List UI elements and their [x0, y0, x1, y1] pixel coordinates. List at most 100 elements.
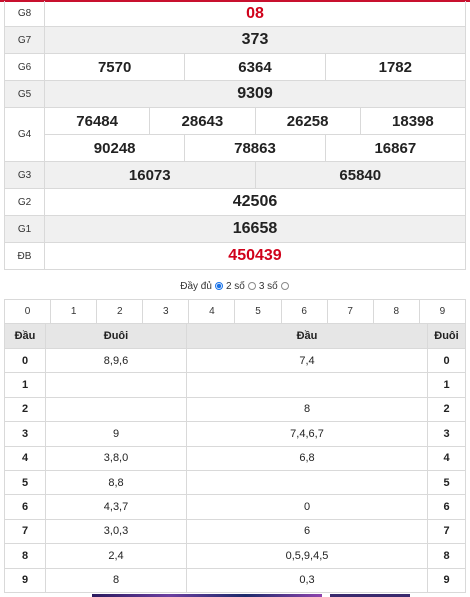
result-row-g4: G4 76484 28643 26258 18398 90248 78863 16867 — [5, 108, 465, 162]
loto-row: 6 4,3,7 0 6 — [5, 495, 465, 520]
loto-head-tail-table: Đầu Đuôi Đầu Đuôi 0 8,9,6 7,4 0 1 1 2 8 2 3 9 7,4,6… — [4, 324, 466, 593]
loto-head-digit: 2 — [21, 403, 29, 416]
result-row-g1: G1 16658 — [5, 216, 465, 243]
header-tail-2: Đuôi — [427, 324, 465, 348]
loto-tail-digit: 0 — [427, 349, 465, 373]
digit-filter-4[interactable]: 4 — [188, 300, 234, 323]
loto-head-digit: 0 — [21, 354, 29, 367]
digit-filter-strip: 0123456789 — [4, 299, 466, 324]
digit-filter-8[interactable]: 8 — [372, 300, 419, 323]
loto-tail-list: 9 — [45, 422, 186, 446]
loto-head-list: 7,4 — [186, 349, 427, 373]
radio-3-digits-label[interactable]: 3 số — [259, 281, 278, 292]
result-row-g6: G6 7570 6364 1782 — [5, 54, 465, 81]
loto-tail-list: 3,0,3 — [45, 519, 186, 544]
display-mode-selector: Đầy đủ 2 số 3 số — [0, 279, 470, 293]
loto-head-digit: 5 — [21, 476, 29, 489]
loto-tail-digit: 5 — [427, 470, 465, 495]
prize-number: 65840 — [254, 162, 466, 188]
loto-row: 3 9 7,4,6,7 3 — [5, 422, 465, 447]
prize-number: 1782 — [324, 54, 465, 80]
result-row-g7: G7 373 — [5, 27, 465, 54]
header-head: Đầu — [14, 330, 36, 342]
loto-tail-list: 8,8 — [45, 470, 186, 495]
loto-row: 8 2,4 0,5,9,4,5 8 — [5, 544, 465, 569]
prize-label: G1 — [5, 216, 45, 242]
loto-tail-list: 3,8,0 — [45, 446, 186, 470]
digit-filter-1[interactable]: 1 — [50, 300, 96, 323]
loto-head-digit: 7 — [21, 525, 29, 538]
loto-head-list: 6 — [186, 519, 427, 544]
loto-head-list: 0,3 — [186, 568, 427, 592]
header-tail: Đuôi — [45, 324, 186, 348]
digit-filter-7[interactable]: 7 — [326, 300, 373, 323]
loto-tail-list — [45, 397, 186, 422]
prize-number: 08 — [246, 4, 264, 22]
prize-number: 16658 — [232, 220, 278, 237]
prize-number: 450439 — [228, 247, 282, 264]
results-table: G8 08 G7 373 G6 7570 6364 1782 G5 9309 G4 76484 2864… — [4, 1, 466, 270]
prize-label: G8 — [5, 1, 45, 26]
prize-number: 18398 — [359, 108, 465, 134]
loto-head-list: 0 — [186, 495, 427, 519]
prize-number: 7570 — [97, 58, 132, 76]
loto-row: 0 8,9,6 7,4 0 — [5, 349, 465, 374]
digit-filter-2[interactable]: 2 — [96, 300, 142, 323]
loto-row: 4 3,8,0 6,8 4 — [5, 446, 465, 471]
loto-head-digit: 1 — [21, 379, 29, 392]
loto-row: 282 — [5, 397, 465, 423]
prize-number: 16867 — [324, 135, 465, 161]
loto-tail-digit: 9 — [427, 568, 465, 592]
mode-full-label: Đầy đủ — [180, 280, 212, 292]
prize-label: ĐB — [5, 243, 45, 269]
loto-header-row: Đầu Đuôi Đầu Đuôi — [5, 324, 465, 349]
loto-tail-digit: 1 — [427, 373, 465, 397]
result-row-g5: G5 9309 — [5, 81, 465, 108]
digit-filter-3[interactable]: 3 — [142, 300, 188, 323]
loto-head-digit: 6 — [21, 501, 29, 514]
prize-number: 78863 — [184, 135, 324, 161]
loto-head-digit: 8 — [21, 549, 29, 562]
prize-number: 90248 — [93, 139, 136, 157]
digit-filter-5[interactable]: 5 — [234, 300, 280, 323]
digit-filter-0[interactable]: 0 — [5, 300, 50, 323]
loto-tail-digit: 4 — [427, 446, 465, 470]
loto-head-digit: 3 — [21, 427, 29, 440]
digit-filter-6[interactable]: 6 — [280, 300, 327, 323]
prize-number: 373 — [241, 31, 269, 48]
radio-extra[interactable] — [280, 282, 289, 290]
result-row-g3: G3 16073 65840 — [5, 162, 465, 189]
result-row-đb: ĐB 450439 — [5, 243, 465, 270]
loto-tail-list: 4,3,7 — [45, 495, 186, 519]
loto-tail-list: 8,9,6 — [45, 349, 186, 373]
loto-tail-digit: 3 — [427, 422, 465, 446]
prize-label: G2 — [5, 189, 45, 215]
result-row-g2: G2 42506 — [5, 189, 465, 216]
loto-head-digit: 4 — [21, 452, 29, 465]
prize-label: G7 — [5, 27, 45, 53]
radio-2-digits[interactable] — [214, 282, 223, 290]
loto-row: 7 3,0,3 6 7 — [5, 519, 465, 545]
loto-head-digit: 9 — [21, 574, 29, 587]
loto-row: 9 8 0,3 9 — [5, 568, 465, 593]
loto-tail-list — [45, 373, 186, 397]
prize-number: 16073 — [128, 166, 171, 184]
header-head-2: Đầu — [186, 324, 427, 348]
loto-row: 5 8,8 5 — [5, 470, 465, 496]
prize-number: 9309 — [237, 85, 273, 102]
loto-head-list: 7,4,6,7 — [186, 422, 427, 446]
loto-tail-list: 8 — [45, 568, 186, 592]
loto-head-list — [186, 373, 427, 397]
digit-filter-9[interactable]: 9 — [418, 300, 465, 323]
loto-tail-digit: 7 — [427, 519, 465, 544]
loto-tail-digit: 2 — [427, 397, 465, 422]
prize-number: 76484 — [76, 112, 118, 130]
loto-head-list: 6,8 — [186, 446, 427, 470]
prize-number: 28643 — [149, 108, 254, 134]
prize-number: 6364 — [184, 54, 324, 80]
radio-3-digits[interactable] — [247, 282, 256, 290]
radio-2-digits-label[interactable]: 2 số — [226, 281, 245, 292]
prize-number: 42506 — [232, 193, 278, 210]
loto-head-list — [186, 470, 427, 495]
loto-tail-digit: 8 — [427, 544, 465, 568]
